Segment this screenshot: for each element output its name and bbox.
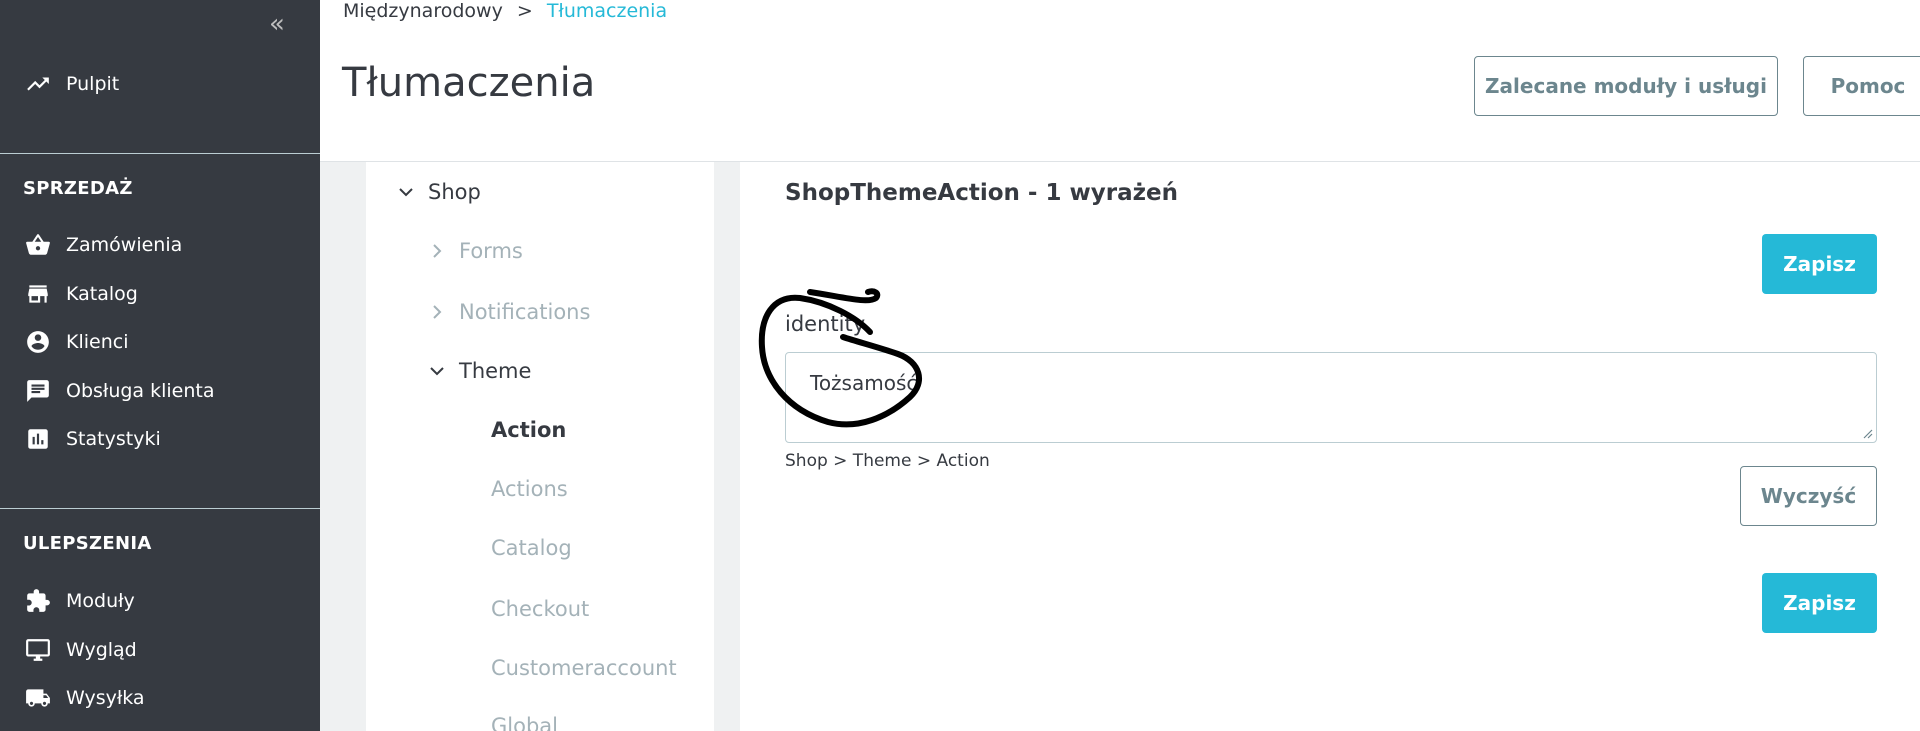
sidebar-item-label: Zamówienia: [66, 234, 183, 256]
tree-node-label: Theme: [459, 359, 532, 383]
sidebar-item-label: Obsługa klienta: [66, 380, 215, 402]
tree-node-global[interactable]: Global: [491, 714, 558, 731]
sidebar-item-customer-service[interactable]: Obsługa klienta: [0, 371, 320, 411]
translation-textarea[interactable]: Tożsamość: [785, 352, 1877, 443]
tree-node-label: Shop: [428, 180, 481, 204]
chevron-down-icon: [427, 361, 447, 381]
store-icon: [24, 280, 52, 308]
tree-node-forms[interactable]: Forms: [427, 239, 523, 263]
puzzle-icon: [24, 587, 52, 615]
sidebar-item-label: Statystyki: [66, 428, 161, 450]
sidebar-item-label: Wygląd: [66, 639, 137, 661]
bar-chart-icon: [24, 425, 52, 453]
chevron-down-icon: [396, 182, 416, 202]
sidebar-item-label: Pulpit: [66, 73, 120, 95]
sidebar-item-orders[interactable]: Zamówienia: [0, 225, 320, 265]
tree-node-theme[interactable]: Theme: [427, 359, 531, 383]
breadcrumb-separator: >: [516, 0, 533, 22]
sidebar-item-label: Klienci: [66, 331, 129, 353]
sidebar-section-sales: SPRZEDAŻ: [23, 178, 133, 199]
breadcrumb-parent[interactable]: Międzynarodowy: [343, 0, 503, 22]
tree-node-shop[interactable]: Shop: [396, 180, 481, 204]
sidebar-item-shipping[interactable]: Wysyłka: [0, 678, 320, 718]
sidebar-section-improve: ULEPSZENIA: [23, 533, 152, 554]
translation-tree: [366, 162, 714, 731]
account-circle-icon: [24, 328, 52, 356]
tree-node-action[interactable]: Action: [491, 418, 566, 442]
chat-icon: [24, 377, 52, 405]
trending-up-icon: [24, 70, 52, 98]
translation-value: Tożsamość: [810, 371, 918, 395]
truck-icon: [24, 684, 52, 712]
tree-node-notifications[interactable]: Notifications: [427, 300, 590, 324]
page-title: Tłumaczenia: [342, 60, 596, 106]
tree-node-customeraccount[interactable]: Customeraccount: [491, 656, 677, 680]
sidebar-item-label: Moduły: [66, 590, 135, 612]
help-button[interactable]: Pomoc: [1803, 56, 1920, 116]
sidebar-item-label: Wysyłka: [66, 687, 145, 709]
monitor-icon: [24, 636, 52, 664]
sidebar-item-stats[interactable]: Statystyki: [0, 419, 320, 459]
translation-path: Shop > Theme > Action: [785, 451, 990, 471]
resize-grip-icon[interactable]: [1861, 427, 1873, 439]
chevron-right-icon: [427, 302, 447, 322]
translation-detail-panel: [740, 162, 1920, 731]
save-button-bottom[interactable]: Zapisz: [1762, 573, 1877, 633]
tree-node-actions[interactable]: Actions: [491, 477, 568, 501]
tree-node-label: Forms: [459, 239, 523, 263]
sidebar-item-customers[interactable]: Klienci: [0, 322, 320, 362]
recommended-modules-button[interactable]: Zalecane moduły i usługi: [1474, 56, 1778, 116]
domain-title: ShopThemeAction - 1 wyrażeń: [785, 180, 1178, 206]
sidebar-divider: [0, 508, 320, 509]
sidebar-item-label: Katalog: [66, 283, 138, 305]
tree-node-checkout[interactable]: Checkout: [491, 597, 589, 621]
sidebar-item-catalog[interactable]: Katalog: [0, 274, 320, 314]
sidebar-divider: [0, 153, 320, 154]
collapse-sidebar-icon[interactable]: «: [262, 10, 292, 38]
chevron-right-icon: [427, 241, 447, 261]
sidebar-item-dashboard[interactable]: Pulpit: [0, 64, 320, 104]
breadcrumb: Międzynarodowy > Tłumaczenia: [343, 0, 667, 22]
translation-key-label: identity: [785, 312, 866, 336]
sidebar: « Pulpit SPRZEDAŻ Zamówienia Katalog Kli…: [0, 0, 320, 731]
tree-node-catalog[interactable]: Catalog: [491, 536, 572, 560]
save-button-top[interactable]: Zapisz: [1762, 234, 1877, 294]
shopping-basket-icon: [24, 231, 52, 259]
sidebar-item-modules[interactable]: Moduły: [0, 581, 320, 621]
breadcrumb-current[interactable]: Tłumaczenia: [547, 0, 667, 22]
clear-button[interactable]: Wyczyść: [1740, 466, 1877, 526]
tree-node-label: Notifications: [459, 300, 591, 324]
sidebar-item-appearance[interactable]: Wygląd: [0, 630, 320, 670]
